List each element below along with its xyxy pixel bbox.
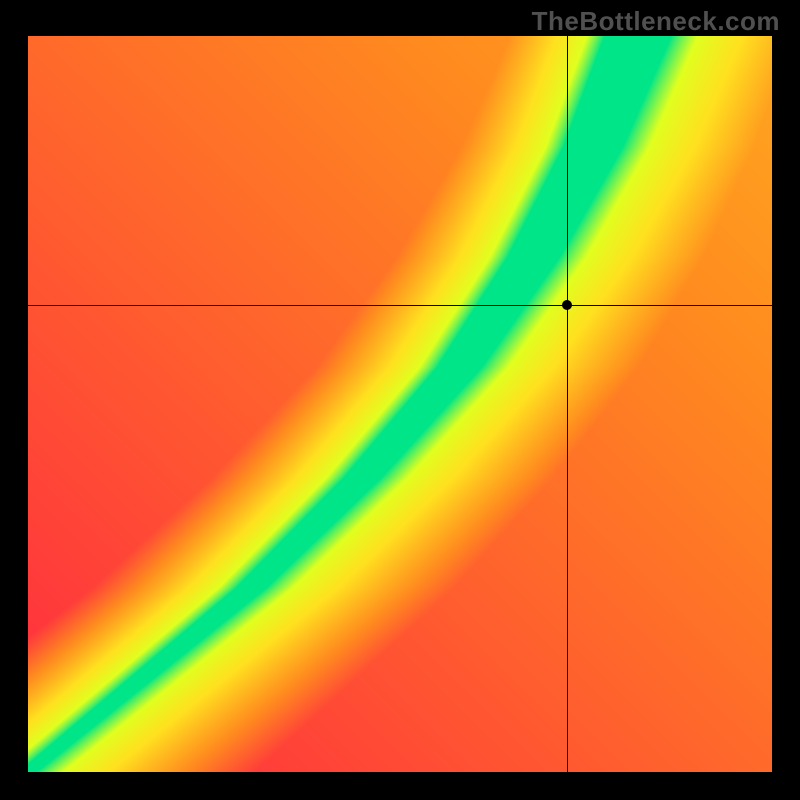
crosshair-horizontal	[28, 305, 772, 306]
marker-dot	[562, 300, 572, 310]
heatmap-canvas	[28, 36, 772, 772]
heatmap-plot	[28, 36, 772, 772]
crosshair-vertical	[567, 36, 568, 772]
chart-frame: TheBottleneck.com	[0, 0, 800, 800]
watermark-text: TheBottleneck.com	[532, 6, 780, 37]
